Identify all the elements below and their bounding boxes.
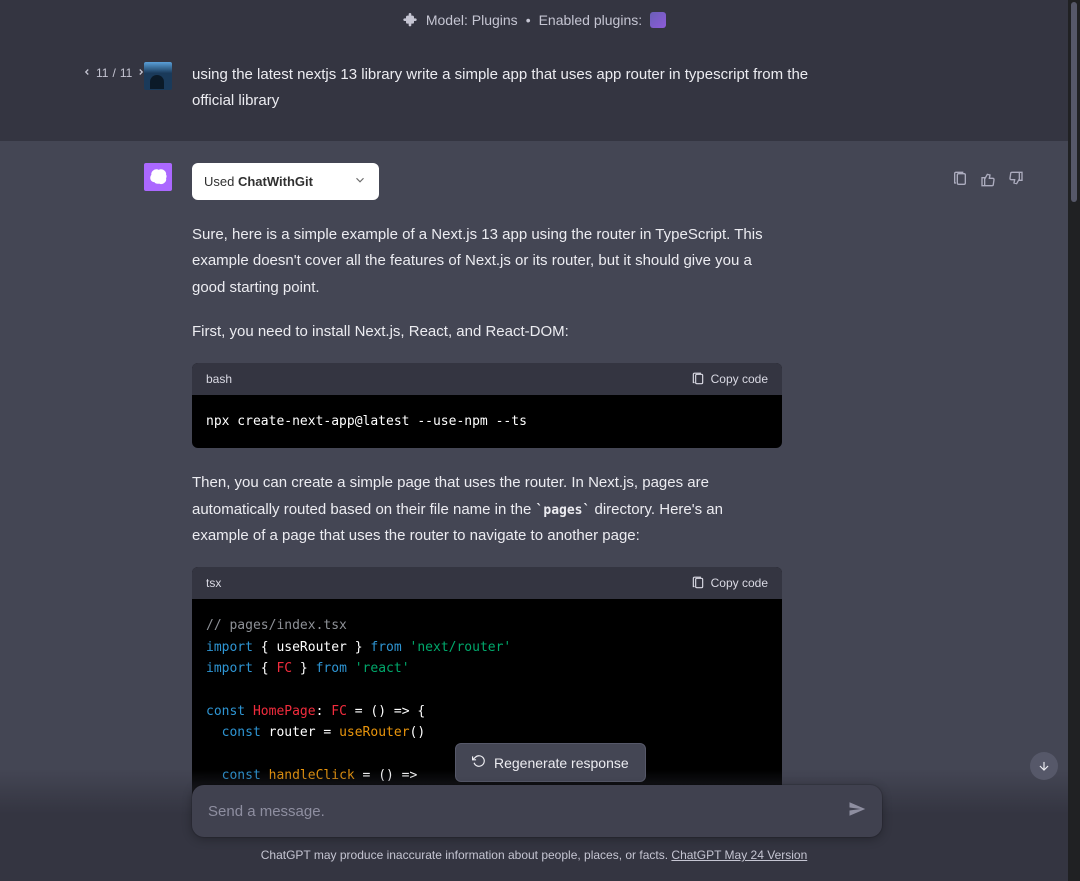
user-message-text: using the latest nextjs 13 library write…: [192, 62, 832, 113]
pager-total: 11: [120, 66, 132, 80]
code-lang-label: bash: [206, 372, 232, 386]
puzzle-icon: [402, 11, 418, 30]
inline-code: `pages`: [536, 503, 591, 518]
thumbs-down-icon[interactable]: [1008, 171, 1024, 192]
code-lang-label: tsx: [206, 576, 221, 590]
separator: •: [526, 12, 531, 28]
model-label: Model: Plugins: [426, 12, 518, 28]
pager-current: 11: [96, 66, 108, 80]
copy-icon[interactable]: [952, 171, 968, 192]
code-body: npx create-next-app@latest --use-npm --t…: [192, 395, 782, 448]
copy-code-button[interactable]: Copy code: [691, 372, 768, 386]
assistant-avatar: [144, 163, 172, 191]
plugin-used-text: Used ChatWithGit: [204, 174, 313, 189]
send-icon[interactable]: [848, 800, 866, 823]
code-block-bash: bash Copy code npx create-next-app@lates…: [192, 363, 782, 448]
copy-code-button[interactable]: Copy code: [691, 576, 768, 590]
plugin-used-badge[interactable]: Used ChatWithGit: [192, 163, 379, 200]
message-actions: [952, 171, 1024, 192]
refresh-icon: [472, 754, 486, 771]
message-pager: 11 / 11: [82, 66, 146, 80]
copy-code-label: Copy code: [711, 576, 768, 590]
copy-code-label: Copy code: [711, 372, 768, 386]
assistant-p2: First, you need to install Next.js, Reac…: [192, 319, 782, 345]
message-input-bar: [192, 785, 882, 837]
user-avatar: [144, 62, 172, 90]
assistant-p3: Then, you can create a simple page that …: [192, 470, 782, 549]
footer-version-link[interactable]: ChatGPT May 24 Version: [671, 848, 807, 862]
plugin-icon: [650, 12, 666, 28]
model-topbar: Model: Plugins • Enabled plugins:: [0, 0, 1068, 40]
footer-disclaimer: ChatGPT may produce inaccurate informati…: [0, 848, 1068, 862]
vertical-scrollbar-track[interactable]: [1068, 0, 1080, 881]
pager-sep: /: [112, 66, 115, 80]
assistant-intro: Sure, here is a simple example of a Next…: [192, 222, 782, 301]
chevron-down-icon: [353, 173, 367, 190]
pager-prev-icon[interactable]: [82, 66, 92, 80]
scroll-down-button[interactable]: [1030, 752, 1058, 780]
regenerate-button[interactable]: Regenerate response: [455, 743, 646, 782]
enabled-plugins-label: Enabled plugins:: [539, 12, 643, 28]
vertical-scrollbar-thumb[interactable]: [1071, 2, 1077, 202]
user-message-row: 11 / 11 using the latest nextjs 13 libra…: [0, 40, 1068, 141]
thumbs-up-icon[interactable]: [980, 171, 996, 192]
regenerate-label: Regenerate response: [494, 755, 629, 771]
message-input[interactable]: [208, 803, 848, 820]
